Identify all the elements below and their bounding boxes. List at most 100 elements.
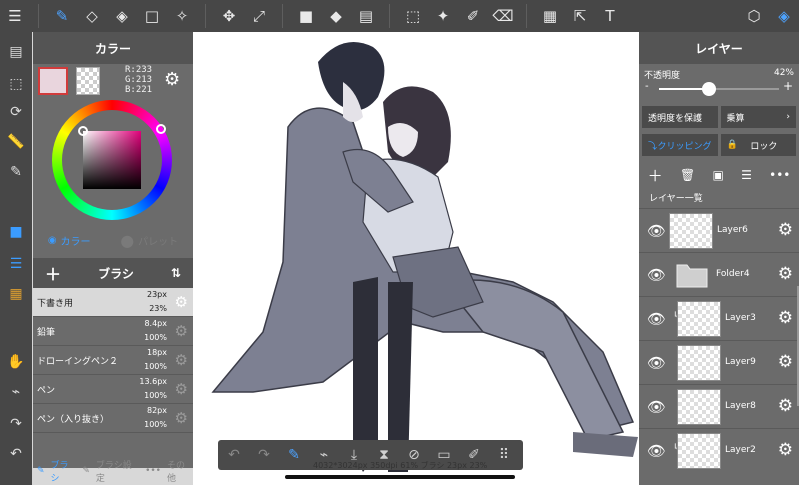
layer-row[interactable]: 👁↳Layer3⚙ (639, 296, 799, 340)
tab-color[interactable]: ◉ カラー (48, 233, 91, 248)
layers-icon[interactable]: ◈ (769, 0, 799, 32)
menu-icon[interactable]: ☰ (0, 0, 30, 32)
transform-icon[interactable]: ⤢ (244, 0, 274, 32)
materials-icon[interactable]: ⬡ (739, 0, 769, 32)
eye-icon[interactable]: 👁 (647, 442, 666, 460)
add-brush-icon[interactable]: ＋ (45, 261, 61, 285)
gradient-icon[interactable]: ▤ (351, 0, 381, 32)
opacity-slider[interactable] (659, 82, 779, 96)
selection-icon[interactable]: ⬚ (0, 70, 32, 98)
eye-icon[interactable]: 👁 (647, 354, 666, 372)
gear-icon[interactable]: ⚙ (778, 352, 793, 372)
eye-icon[interactable]: 👁 (647, 266, 666, 284)
brush-row[interactable]: ペン（入り抜き） 82px 100% ⚙ (33, 404, 193, 433)
footer-other[interactable]: その他 (167, 458, 193, 484)
palette-icon[interactable]: ▦ (0, 280, 32, 308)
select-pen-icon[interactable]: ✐ (458, 0, 488, 32)
blur-eraser-icon[interactable]: ◈ (107, 0, 137, 32)
gear-icon[interactable]: ⚙ (175, 351, 188, 369)
brush-icon[interactable]: ✎ (47, 0, 77, 32)
eye-icon[interactable]: 👁 (647, 398, 666, 416)
ruler-icon[interactable]: 📏 (0, 128, 32, 156)
tab-palette[interactable]: ● パレット (120, 231, 178, 250)
plus-icon[interactable]: + (783, 79, 793, 93)
blend-mode-button[interactable]: 乗算 › (720, 106, 796, 128)
home-indicator[interactable] (285, 475, 515, 479)
protect-alpha-button[interactable]: 透明度を保護 (642, 106, 718, 128)
brush-row[interactable]: 下書き用 23px 23% ⚙ (33, 288, 193, 317)
select-move-icon[interactable]: ⇱ (565, 0, 595, 32)
color-panel-icon[interactable]: ■ (0, 218, 32, 246)
layer-option-row-1: 透明度を保護 乗算 › (642, 106, 796, 128)
hue-knob[interactable] (156, 124, 166, 134)
sub-color-swatch[interactable] (76, 67, 100, 95)
opacity-label: 不透明度 (644, 71, 681, 81)
gear-icon[interactable]: ⚙ (175, 322, 188, 340)
magic-wand-icon[interactable]: ✦ (428, 0, 458, 32)
brush-row[interactable]: 鉛筆 8.4px 100% ⚙ (33, 317, 193, 346)
eraser-icon[interactable]: ◇ (77, 0, 107, 32)
brush-row[interactable]: ペン 13.6px 100% ⚙ (33, 375, 193, 404)
magic-brush-icon[interactable]: ✧ (167, 0, 197, 32)
gear-icon[interactable]: ⚙ (778, 308, 793, 328)
drawing-canvas[interactable] (193, 32, 639, 485)
gear-icon[interactable]: ⚙ (164, 69, 180, 90)
undo-icon[interactable]: ↶ (0, 440, 32, 468)
eyedropper-icon[interactable]: ⌁ (0, 378, 32, 406)
layer-row[interactable]: 👁 Layer6 ⚙ (639, 208, 799, 252)
select-rect-icon[interactable]: ⬚ (398, 0, 428, 32)
trash-icon[interactable]: 🗑 (680, 168, 695, 182)
lock-icon: 🔒 (726, 140, 738, 150)
brush-row[interactable]: ドローイングペン２ 18px 100% ⚙ (33, 346, 193, 375)
select-eraser-icon[interactable]: ⌫ (488, 0, 518, 32)
hand-icon[interactable]: ✋ (0, 348, 32, 376)
saturation-value-square[interactable] (83, 131, 141, 189)
page-list-icon[interactable]: ▤ (0, 38, 32, 66)
gear-icon[interactable]: ⚙ (175, 380, 188, 398)
brush-opacity: 100% (144, 391, 167, 400)
eye-icon[interactable]: 👁 (647, 222, 666, 240)
layer-name: Layer9 (725, 357, 756, 367)
layer-row[interactable]: 👁 Layer9 ⚙ (639, 340, 799, 384)
main-color-swatch[interactable] (38, 67, 68, 95)
footer-brush-settings[interactable]: ブラシ設定 (96, 458, 139, 484)
add-layer-icon[interactable]: ＋ (648, 165, 663, 186)
layer-row[interactable]: 👁↳Layer2⚙ (639, 428, 799, 472)
redo-icon[interactable]: ↷ (0, 410, 32, 438)
panel-icon[interactable]: ▦ (535, 0, 565, 32)
layer-list-icon[interactable]: ☰ (741, 168, 752, 182)
fill-square-icon[interactable]: ■ (291, 0, 321, 32)
eye-icon[interactable]: 👁 (647, 310, 666, 328)
gear-icon[interactable]: ⚙ (175, 409, 188, 427)
rotate-icon[interactable]: ⟳ (0, 98, 32, 126)
minus-icon[interactable]: - (645, 81, 649, 92)
gear-icon[interactable]: ⚙ (778, 396, 793, 416)
redo-icon[interactable]: ↷ (254, 447, 274, 463)
opacity-slider-knob[interactable] (702, 82, 717, 96)
sort-icon[interactable]: ⇅ (171, 266, 181, 280)
gear-icon[interactable]: ⚙ (778, 264, 793, 284)
hue-wheel[interactable] (52, 100, 172, 220)
gear-icon[interactable]: ⚙ (778, 440, 793, 460)
pen-icon[interactable]: ✎ (0, 158, 32, 186)
layer-row[interactable]: 👁 Layer8 ⚙ (639, 384, 799, 428)
move-icon[interactable]: ✥ (214, 0, 244, 32)
undo-icon[interactable]: ↶ (224, 447, 244, 463)
brush-settings-icon: ✎ (82, 466, 90, 476)
more-icon[interactable]: ••• (769, 168, 790, 182)
sv-knob[interactable] (78, 126, 88, 136)
text-icon[interactable]: T (595, 0, 625, 32)
layer-name: Layer8 (725, 401, 756, 411)
footer-brush-tab[interactable]: ブラシ (51, 458, 77, 484)
lock-button[interactable]: 🔒 ロック (720, 134, 796, 156)
brush-size-icon[interactable]: ✎ (284, 447, 304, 463)
bucket-icon[interactable]: ◆ (321, 0, 351, 32)
gear-icon[interactable]: ⚙ (778, 220, 793, 240)
rectangle-icon[interactable]: □ (137, 0, 167, 32)
grid-icon[interactable]: ⠿ (494, 447, 514, 463)
duplicate-layer-icon[interactable]: ▣ (712, 168, 723, 182)
brush-list-icon[interactable]: ☰ (0, 250, 32, 278)
clipping-button[interactable]: ⤵ クリッピング (642, 134, 718, 156)
layer-row[interactable]: 👁 Folder4 ⚙ (639, 252, 799, 296)
gear-icon[interactable]: ⚙ (175, 293, 188, 311)
